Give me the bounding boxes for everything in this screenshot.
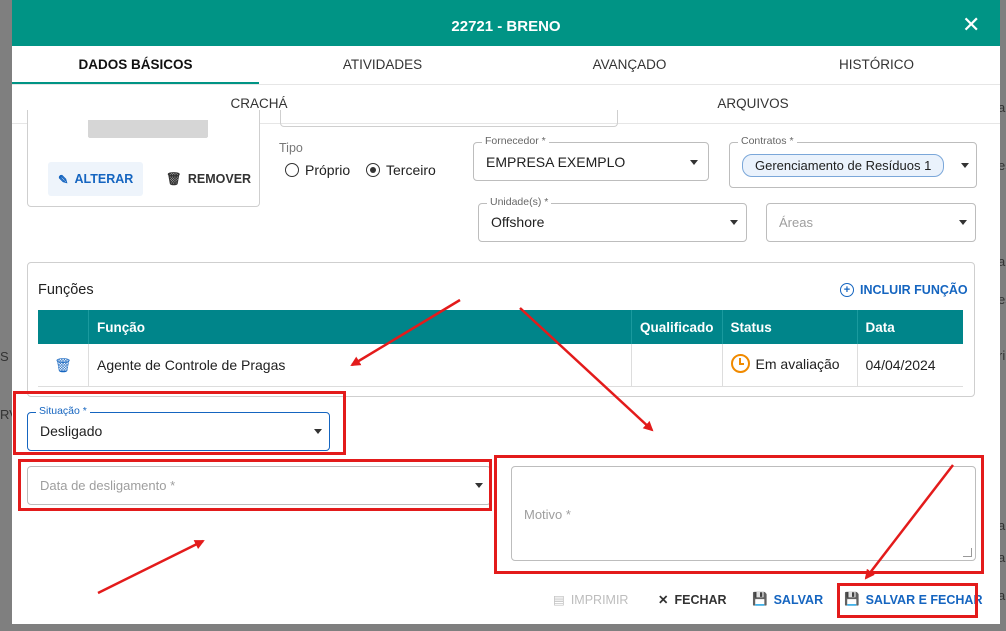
annotation-arrow (350, 298, 461, 367)
annotation-arrows (97, 298, 954, 595)
annotation-arrow (519, 307, 654, 432)
annotation-arrow (864, 464, 954, 580)
annotation-arrow (97, 539, 205, 595)
